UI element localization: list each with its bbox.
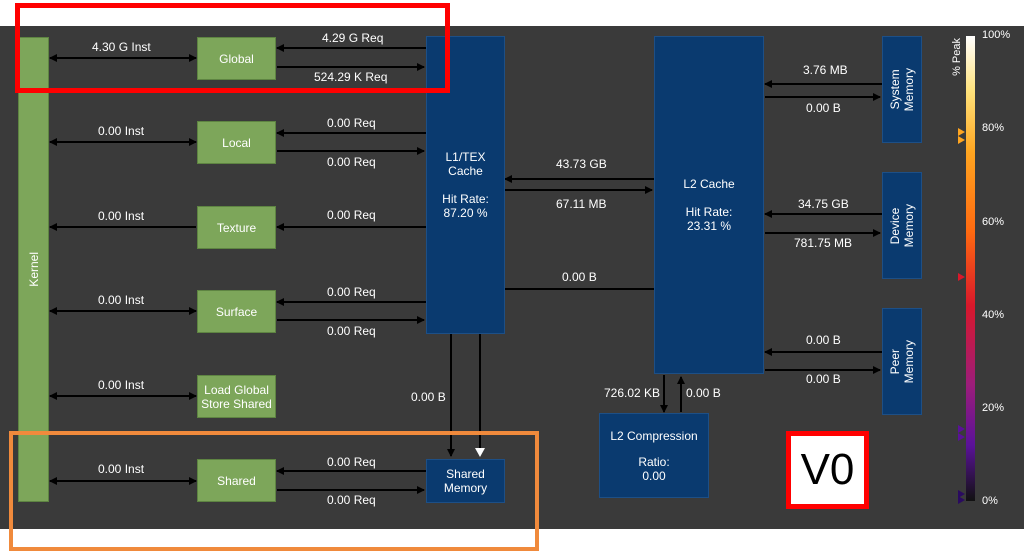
device-memory-read: 34.75 GB bbox=[798, 197, 849, 211]
texture-req-in: 0.00 Req bbox=[327, 208, 376, 222]
local-label: Local bbox=[222, 135, 251, 150]
l2-to-shared-bytes: 0.00 B bbox=[562, 270, 597, 284]
scale-tick-0: 0% bbox=[982, 495, 998, 507]
l2-compression-ratio: 0.00 bbox=[642, 468, 666, 483]
system-memory-read: 3.76 MB bbox=[803, 63, 848, 77]
device-memory-label: Device Memory bbox=[888, 203, 916, 248]
scale-marker bbox=[958, 273, 965, 281]
l2-compression-ratio-label: Ratio: bbox=[638, 454, 670, 469]
lgss-inst: 0.00 Inst bbox=[98, 378, 145, 392]
scale-marker bbox=[958, 425, 965, 433]
system-memory-label: System Memory bbox=[888, 67, 916, 112]
l2-compression-label: L2 Compression bbox=[610, 428, 698, 443]
scale-tick-20: 20% bbox=[982, 402, 1005, 414]
device-memory-write: 781.75 MB bbox=[794, 236, 853, 250]
peer-memory-read: 0.00 B bbox=[806, 333, 841, 347]
scale-tick-100: 100% bbox=[982, 29, 1011, 41]
l2-cache: L2 Cache Hit Rate: 23.31 % bbox=[654, 36, 764, 374]
scale-marker bbox=[958, 136, 965, 144]
l2-hit-label: Hit Rate: bbox=[685, 205, 733, 219]
red-highlight-box bbox=[15, 3, 450, 93]
l1-hit-label: Hit Rate: bbox=[442, 192, 489, 206]
version-label: V0 bbox=[800, 445, 855, 494]
peer-memory: Peer Memory bbox=[882, 308, 922, 415]
l2-hit-rate: 23.31 % bbox=[686, 219, 732, 233]
system-memory-write: 0.00 B bbox=[806, 101, 841, 115]
peer-memory-write: 0.00 B bbox=[806, 372, 841, 386]
scale-tick-80: 80% bbox=[982, 122, 1005, 134]
load-global-store-shared-unit: Load Global Store Shared bbox=[197, 375, 276, 418]
orange-highlight-box bbox=[9, 431, 539, 551]
system-memory: System Memory bbox=[882, 36, 922, 143]
device-memory: Device Memory bbox=[882, 172, 922, 279]
kernel-label: Kernel bbox=[26, 252, 41, 287]
surface-label: Surface bbox=[215, 304, 258, 319]
local-req-out: 0.00 Req bbox=[327, 155, 376, 169]
peer-memory-label: Peer Memory bbox=[888, 339, 916, 384]
l2-label: L2 Cache bbox=[683, 177, 735, 191]
l1-hit-rate: 87.20 % bbox=[443, 206, 488, 220]
l1-l2-read: 43.73 GB bbox=[556, 157, 607, 171]
l2-compression: L2 Compression Ratio: 0.00 bbox=[599, 413, 709, 498]
peak-scale-bar bbox=[966, 36, 975, 501]
l1-l2-write: 67.11 MB bbox=[556, 197, 607, 211]
texture-unit: Texture bbox=[197, 206, 276, 249]
scale-marker bbox=[958, 128, 965, 136]
texture-inst: 0.00 Inst bbox=[98, 209, 145, 223]
local-req-in: 0.00 Req bbox=[327, 116, 376, 130]
surface-unit: Surface bbox=[197, 290, 276, 333]
scale-marker bbox=[958, 433, 965, 441]
surface-req-out: 0.00 Req bbox=[327, 324, 376, 338]
l2-compression-in: 726.02 KB bbox=[604, 386, 661, 400]
local-unit: Local bbox=[197, 121, 276, 164]
surface-req-in: 0.00 Req bbox=[327, 285, 376, 299]
version-badge: V0 bbox=[786, 431, 869, 509]
texture-label: Texture bbox=[216, 220, 257, 235]
scale-title: % Peak bbox=[951, 38, 963, 76]
lgss-label: Load Global Store Shared bbox=[201, 382, 272, 411]
l1-label: L1/TEX Cache bbox=[445, 150, 486, 178]
local-inst: 0.00 Inst bbox=[98, 124, 145, 138]
scale-tick-60: 60% bbox=[982, 216, 1005, 228]
scale-marker bbox=[958, 496, 965, 504]
surface-inst: 0.00 Inst bbox=[98, 293, 145, 307]
l1-to-shared-bytes: 0.00 B bbox=[411, 390, 446, 404]
l2-compression-out: 0.00 B bbox=[686, 386, 721, 400]
scale-tick-40: 40% bbox=[982, 309, 1005, 321]
